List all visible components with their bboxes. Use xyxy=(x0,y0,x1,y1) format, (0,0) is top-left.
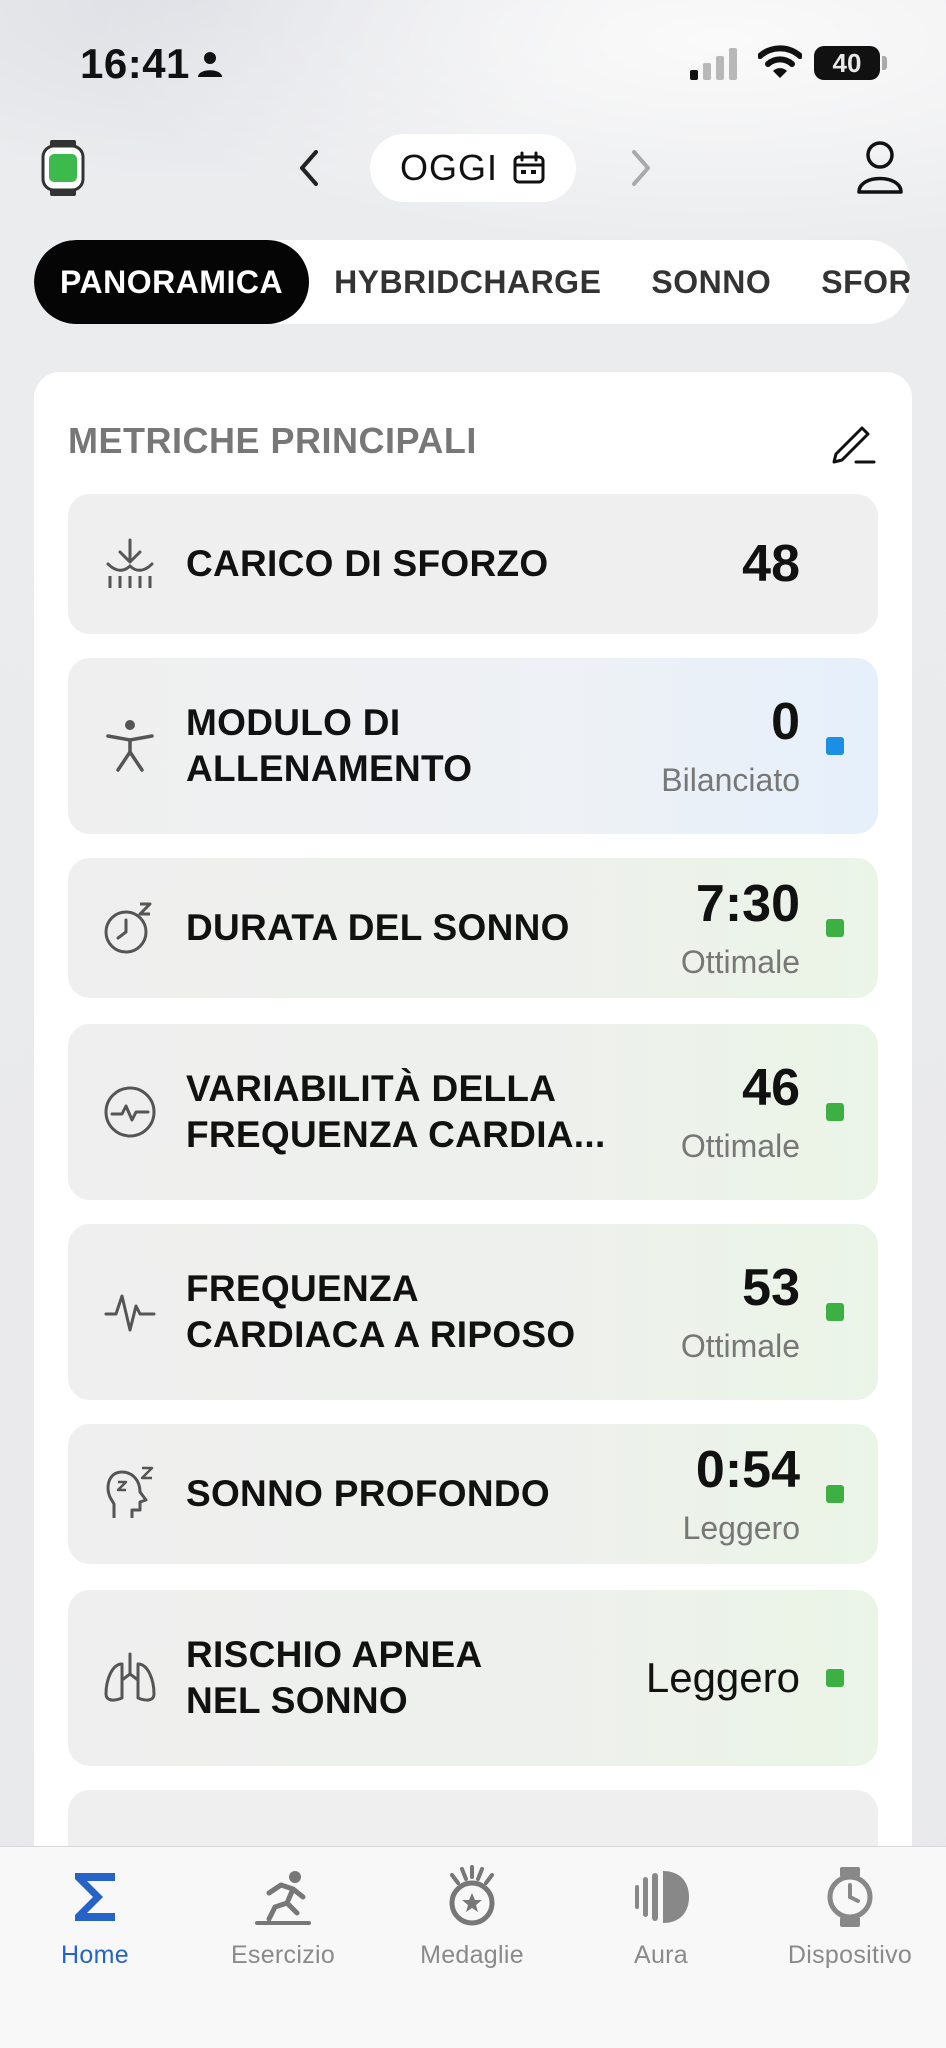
device-watch-icon[interactable] xyxy=(40,140,86,196)
person-status-icon xyxy=(198,52,222,77)
nav-label: Home xyxy=(61,1941,129,1969)
edit-pencil-icon[interactable] xyxy=(828,416,878,466)
profile-icon[interactable] xyxy=(856,140,904,194)
status-dot xyxy=(826,737,844,755)
battery-tip xyxy=(882,56,887,70)
cellular-signal-icon xyxy=(690,48,737,80)
metric-label: RISCHIO APNEA NEL SONNO xyxy=(186,1632,483,1724)
running-icon xyxy=(255,1871,311,1925)
main-metrics-card: METRICHE PRINCIPALI CARICO DI SFORZO 48 … xyxy=(34,372,912,2048)
battery-indicator: 40 xyxy=(814,46,880,80)
nav-medaglie[interactable]: Medaglie xyxy=(377,1865,567,1970)
date-selector-button[interactable]: OGGI xyxy=(370,134,576,202)
metric-value: 48 xyxy=(742,535,800,593)
metric-row-durata-sonno[interactable]: DURATA DEL SONNO 7:30 Ottimale xyxy=(68,858,878,998)
wifi-icon xyxy=(758,45,802,78)
deep-sleep-head-icon xyxy=(106,1466,154,1518)
category-tabs: PANORAMICA HYBRIDCHARGE SONNO SFOR xyxy=(34,240,910,324)
metric-label-line1: FREQUENZA xyxy=(186,1268,419,1309)
metric-label: FREQUENZA CARDIACA A RIPOSO xyxy=(186,1266,576,1358)
metric-label: SONNO PROFONDO xyxy=(186,1473,550,1514)
metric-label: MODULO DI ALLENAMENTO xyxy=(186,700,472,792)
nav-label: Esercizio xyxy=(230,1941,336,1969)
nav-dispositivo[interactable]: Dispositivo xyxy=(755,1865,945,1970)
metric-status: Leggero xyxy=(682,1510,800,1546)
calendar-icon xyxy=(513,151,545,184)
metric-label: VARIABILITÀ DELLA FREQUENZA CARDIA... xyxy=(186,1066,606,1158)
metric-label-line1: VARIABILITÀ DELLA xyxy=(186,1068,557,1109)
metric-row-variabilita-frequenza[interactable]: VARIABILITÀ DELLA FREQUENZA CARDIA... 46… xyxy=(68,1024,878,1200)
metric-row-sonno-profondo[interactable]: SONNO PROFONDO 0:54 Leggero xyxy=(68,1424,878,1564)
strain-load-icon xyxy=(106,538,154,588)
status-dot xyxy=(826,1303,844,1321)
status-dot xyxy=(826,1485,844,1503)
date-label: OGGI xyxy=(399,147,498,188)
nav-esercizio[interactable]: Esercizio xyxy=(188,1865,378,1970)
metric-row-rischio-apnea[interactable]: RISCHIO APNEA NEL SONNO Leggero xyxy=(68,1590,878,1766)
metric-row-carico-sforzo[interactable]: CARICO DI SFORZO 48 xyxy=(68,494,878,634)
metric-row-frequenza-riposo[interactable]: FREQUENZA CARDIACA A RIPOSO 53 Ottimale xyxy=(68,1224,878,1400)
nav-label: Medaglie xyxy=(420,1941,524,1969)
metric-status: Ottimale xyxy=(680,1128,800,1164)
tab-sforzo[interactable]: SFOR xyxy=(796,240,910,324)
metric-label: CARICO DI SFORZO xyxy=(186,543,549,584)
metric-status: Ottimale xyxy=(680,1328,800,1364)
section-title: METRICHE PRINCIPALI xyxy=(68,420,477,461)
tab-panoramica[interactable]: PANORAMICA xyxy=(34,240,310,324)
nav-label: Aura xyxy=(633,1941,688,1969)
metric-value: 7:30 xyxy=(695,875,800,933)
watch-icon xyxy=(827,1867,873,1927)
metric-value: 46 xyxy=(742,1059,800,1117)
metric-label: DURATA DEL SONNO xyxy=(186,907,570,948)
sleep-clock-icon xyxy=(104,902,152,954)
status-dot xyxy=(826,1103,844,1121)
metric-value: 53 xyxy=(742,1259,800,1317)
metric-label-line2: ALLENAMENTO xyxy=(186,748,473,789)
previous-day-arrow-icon[interactable] xyxy=(290,146,330,190)
status-time: 16:41 xyxy=(80,40,190,87)
status-dot xyxy=(826,919,844,937)
tab-hybridcharge[interactable]: HYBRIDCHARGE xyxy=(309,240,626,324)
nav-aura[interactable]: Aura xyxy=(566,1865,756,1970)
medal-icon xyxy=(449,1865,495,1926)
bottom-navigation-bar: Home Esercizio Medaglie Aura Dispositivo xyxy=(0,1846,946,2048)
metric-label-line1: MODULO DI xyxy=(186,702,401,743)
metric-value: 0 xyxy=(771,693,800,751)
next-day-arrow-icon[interactable] xyxy=(620,146,660,190)
metric-label-line2: CARDIACA A RIPOSO xyxy=(186,1314,576,1355)
metric-label-line2: FREQUENZA CARDIA... xyxy=(186,1114,606,1155)
hrv-pulse-icon xyxy=(104,1086,156,1138)
nav-label: Dispositivo xyxy=(787,1941,913,1969)
metric-row-modulo-allenamento[interactable]: MODULO DI ALLENAMENTO 0 Bilanciato xyxy=(68,658,878,834)
tab-sonno[interactable]: SONNO xyxy=(626,240,796,324)
sigma-icon xyxy=(75,1873,115,1921)
status-dot xyxy=(826,1669,844,1687)
nav-home[interactable]: Home xyxy=(0,1865,190,1970)
metric-value: Leggero xyxy=(645,1654,800,1701)
metric-value: 0:54 xyxy=(695,1441,800,1499)
metric-status: Ottimale xyxy=(680,944,800,980)
lungs-icon xyxy=(104,1652,156,1702)
metric-status: Bilanciato xyxy=(661,762,800,798)
status-bar: 16:41 40 xyxy=(0,0,946,120)
metric-label-line1: RISCHIO APNEA xyxy=(186,1634,483,1675)
metric-label-line2: NEL SONNO xyxy=(186,1680,408,1721)
resting-heart-rate-icon xyxy=(104,1294,156,1332)
training-figure-icon xyxy=(106,720,154,772)
aura-icon xyxy=(635,1871,689,1923)
